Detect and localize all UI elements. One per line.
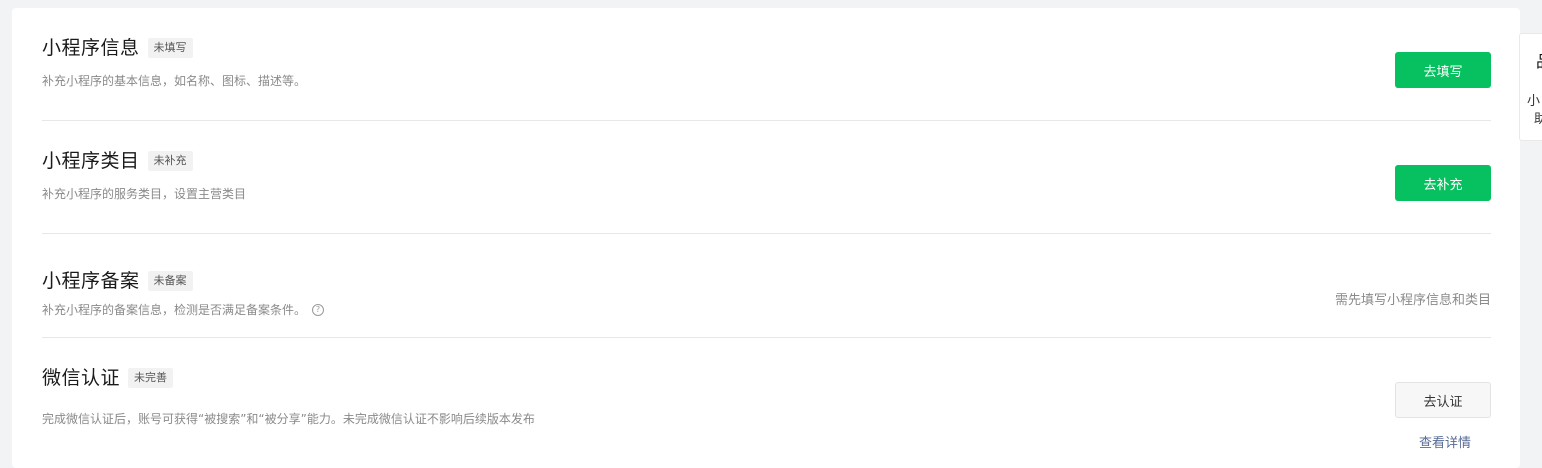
helper-label-line2: 助 (1534, 108, 1542, 127)
setup-card: 小程序信息 未填写 补充小程序的基本信息，如名称、图标、描述等。 去填写 小程序… (12, 8, 1520, 468)
row-description-text: 补充小程序的备案信息，检测是否满足备案条件。 (42, 303, 307, 317)
status-badge: 未备案 (147, 271, 193, 291)
row-description-text: 完成微信认证后，账号可获得“被搜索”和“被分享”能力。未完成微信认证不影响后续版… (42, 412, 535, 426)
setup-row-verification: 微信认证 未完善 完成微信认证后，账号可获得“被搜索”和“被分享”能力。未完成微… (42, 338, 1491, 458)
prerequisite-note: 需先填写小程序信息和类目 (1334, 293, 1491, 308)
row-description: 补充小程序的备案信息，检测是否满足备案条件。 ? (42, 301, 325, 318)
setup-row-filing: 小程序备案 未备案 补充小程序的备案信息，检测是否满足备案条件。 ? 需先填写小… (42, 234, 1491, 337)
row-description-text: 补充小程序的服务类目，设置主营类目 (42, 187, 247, 201)
helper-icon: 品 (1536, 54, 1542, 70)
status-badge: 未完善 (128, 368, 174, 388)
row-title: 小程序备案 (42, 270, 140, 292)
row-title-line: 微信认证 未完善 (42, 366, 174, 390)
floating-helper-tab[interactable]: 品 小 助 (1519, 33, 1542, 141)
setup-row-info: 小程序信息 未填写 补充小程序的基本信息，如名称、图标、描述等。 去填写 (42, 8, 1491, 120)
view-details-link[interactable]: 查看详情 (1419, 432, 1471, 451)
row-description: 完成微信认证后，账号可获得“被搜索”和“被分享”能力。未完成微信认证不影响后续版… (42, 410, 535, 427)
row-description: 补充小程序的基本信息，如名称、图标、描述等。 (42, 72, 306, 89)
setup-row-category: 小程序类目 未补充 补充小程序的服务类目，设置主营类目 去补充 (42, 121, 1491, 233)
row-title: 小程序信息 (42, 37, 140, 59)
add-category-button[interactable]: 去补充 (1395, 165, 1491, 201)
row-description-text: 补充小程序的基本信息，如名称、图标、描述等。 (42, 74, 307, 88)
row-title: 小程序类目 (42, 150, 140, 172)
row-description: 补充小程序的服务类目，设置主营类目 (42, 185, 246, 202)
row-title-line: 小程序备案 未备案 (42, 269, 193, 293)
verify-button[interactable]: 去认证 (1395, 382, 1491, 418)
fill-info-button[interactable]: 去填写 (1395, 52, 1491, 88)
row-title-line: 小程序类目 未补充 (42, 149, 193, 173)
row-title-line: 小程序信息 未填写 (42, 36, 193, 60)
helper-label-line1: 小 (1527, 94, 1541, 109)
question-circle-icon[interactable]: ? (312, 303, 325, 316)
row-title: 微信认证 (42, 367, 121, 389)
status-badge: 未填写 (147, 38, 193, 58)
status-badge: 未补充 (147, 151, 193, 171)
